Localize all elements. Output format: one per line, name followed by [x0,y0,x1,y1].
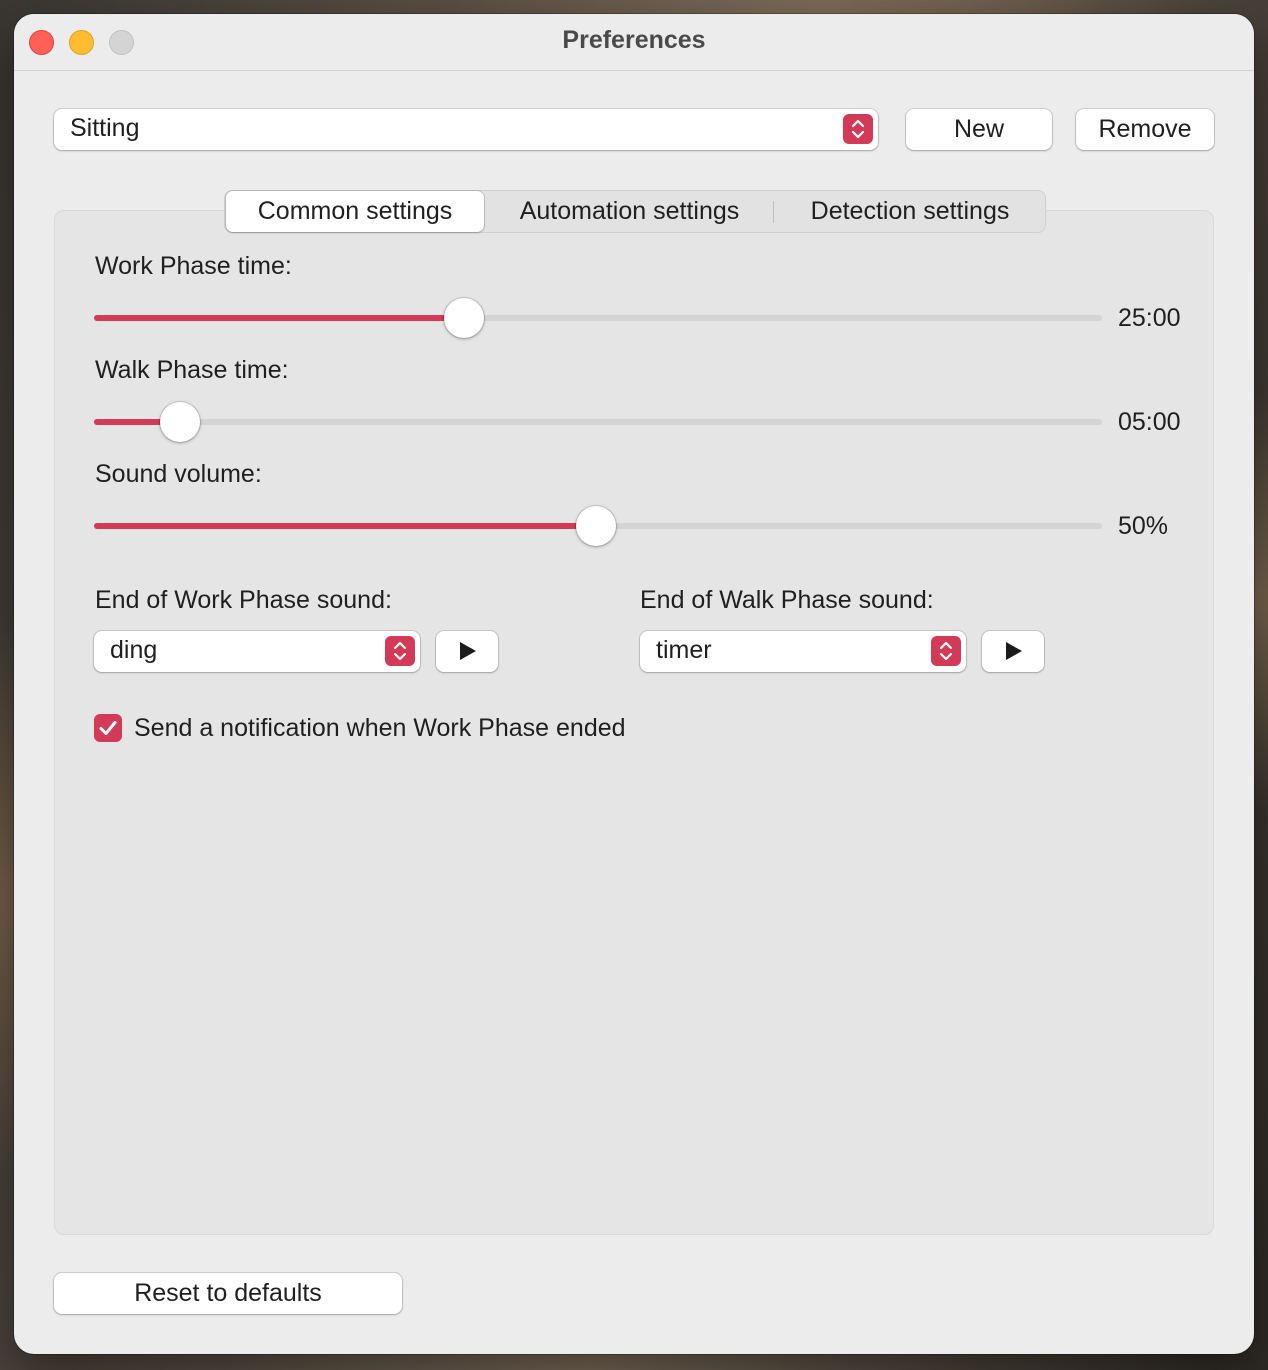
play-icon [460,642,476,660]
sound-volume-slider-thumb[interactable] [575,506,616,546]
work-phase-slider-fill [94,315,464,321]
work-phase-slider[interactable] [94,298,1102,338]
preferences-window: Preferences Sitting New Remove Common se… [14,14,1254,1354]
sound-volume-slider-fill [94,523,596,529]
window-title: Preferences [562,26,706,54]
notify-checkbox[interactable] [94,714,122,742]
walk-sound-label: End of Walk Phase sound: [640,586,934,614]
new-profile-button[interactable]: New [906,109,1052,150]
profile-select-value: Sitting [70,114,140,142]
work-sound-select[interactable]: ding [94,631,420,672]
play-walk-sound-button[interactable] [982,631,1044,672]
checkmark-icon [99,721,117,735]
up-down-chevron-icon [385,636,415,666]
walk-phase-slider-thumb[interactable] [159,402,200,442]
work-sound-label: End of Work Phase sound: [95,586,392,614]
play-work-sound-button[interactable] [436,631,498,672]
up-down-chevron-icon [843,114,873,144]
walk-sound-select-value: timer [656,636,712,664]
tab-common-settings[interactable]: Common settings [226,191,484,232]
remove-profile-button[interactable]: Remove [1076,109,1214,150]
work-sound-select-value: ding [110,636,158,664]
sound-volume-slider[interactable] [94,506,1102,546]
profile-select[interactable]: Sitting [54,109,878,150]
settings-tabs: Common settings Automation settings Dete… [224,190,1046,233]
walk-sound-select[interactable]: timer [640,631,966,672]
play-icon [1006,642,1022,660]
reset-to-defaults-button[interactable]: Reset to defaults [54,1273,402,1314]
sound-volume-label: Sound volume: [95,460,262,488]
tab-divider [773,201,774,223]
walk-phase-slider[interactable] [94,402,1102,442]
sound-volume-value: 50% [1118,512,1169,540]
title-bar[interactable]: Preferences [14,14,1254,71]
work-phase-slider-thumb[interactable] [443,298,484,338]
work-phase-value: 25:00 [1118,304,1181,332]
walk-phase-label: Walk Phase time: [95,356,289,384]
walk-phase-value: 05:00 [1118,408,1181,436]
work-phase-label: Work Phase time: [95,252,292,280]
up-down-chevron-icon [931,636,961,666]
notify-checkbox-label[interactable]: Send a notification when Work Phase ende… [134,714,626,743]
tab-automation-settings[interactable]: Automation settings [487,191,772,232]
tab-detection-settings[interactable]: Detection settings [775,191,1045,232]
